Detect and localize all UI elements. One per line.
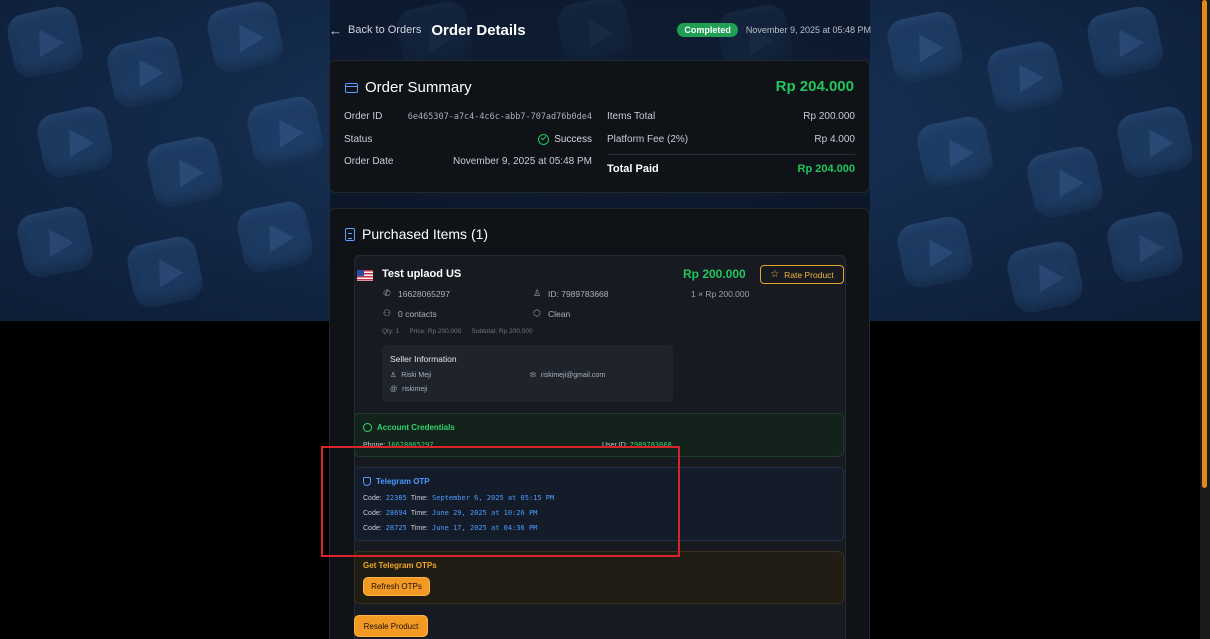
status-label: Status: [344, 134, 373, 145]
order-header: ← Back to Orders Order Details Completed…: [329, 18, 871, 42]
items-total-value: Rp 200.000: [803, 111, 855, 122]
product-name: Test uplaod US: [382, 268, 462, 280]
seller-email-value: riskimeji@gmail.com: [540, 371, 606, 379]
get-telegram-otps-box: Get Telegram OTPs Refresh OTPs: [354, 551, 844, 604]
qty-price-line: 1 × Rp 200.000: [691, 289, 750, 299]
back-label: Back to Orders: [348, 24, 422, 36]
otp-code-label: Code:: [363, 494, 382, 502]
product-contacts: ⚇ 0 contacts: [382, 308, 437, 319]
otp-time-label: Time:: [410, 494, 429, 502]
product-id-value: ID: 7989783668: [548, 288, 609, 299]
seller-username: @ riskimeji: [390, 386, 427, 393]
check-circle-icon: [538, 134, 550, 145]
items-total-row: Items Total Rp 200.000: [607, 111, 855, 122]
otp-entry: Code: 28725 Time: June 17, 2025 at 04:36…: [363, 524, 537, 532]
refresh-otps-button[interactable]: Refresh OTPs: [363, 577, 430, 596]
product-phone-value: 16628065297: [398, 288, 451, 299]
resale-product-button[interactable]: Resale Product: [354, 615, 428, 637]
platform-fee-row: Platform Fee (2%) Rp 4.000: [607, 134, 855, 145]
us-flag-icon: [357, 270, 373, 281]
page-title: Order Details: [431, 21, 526, 39]
order-date-header: November 9, 2025 at 05:48 PM: [745, 25, 871, 35]
platform-fee-value: Rp 4.000: [814, 134, 855, 145]
cred-user-id-value: 7989783668: [629, 441, 672, 449]
order-date-row: Order Date November 9, 2025 at 05:48 PM: [344, 156, 592, 167]
cred-user-id-label: User ID:: [602, 442, 628, 449]
seller-info-title: Seller Information: [390, 354, 457, 364]
otp-code: 22385: [385, 494, 407, 502]
document-icon: [345, 227, 355, 241]
order-summary-title: Order Summary: [365, 79, 472, 96]
scrollbar-thumb[interactable]: [1202, 0, 1207, 488]
cred-phone-value: 16628065297: [387, 441, 434, 449]
otp-entry: Code: 22385 Time: September 6, 2025 at 0…: [363, 494, 554, 502]
order-date-value: November 9, 2025 at 05:48 PM: [453, 156, 592, 167]
seller-name: ♙ Riski Meji: [390, 371, 432, 380]
cred-phone-label: Phone:: [363, 442, 386, 449]
seller-username-value: riskimeji: [402, 386, 428, 393]
product-phone: ✆ 16628065297: [382, 288, 450, 299]
product-price: Rp 200.000: [683, 267, 746, 281]
total-paid-label: Total Paid: [607, 163, 659, 175]
otp-title: Telegram OTP: [376, 477, 430, 486]
product-id: ♙ ID: 7989783668: [532, 288, 609, 299]
otp-code-label: Code:: [363, 509, 382, 517]
credentials-phone: Phone: 16628065297: [363, 441, 434, 449]
qty-price-subtotal: Qty: 1 Price: Rp 200.000 Subtotal: Rp 20…: [382, 328, 532, 335]
credentials-user-id: User ID: 7989783668: [602, 441, 672, 449]
otp-time: June 29, 2025 at 10:26 PM: [432, 509, 538, 517]
otp-code: 28725: [385, 524, 407, 532]
rate-product-button[interactable]: ☆ Rate Product: [760, 265, 844, 284]
arrow-left-icon: ←: [329, 22, 342, 38]
summary-total: Rp 204.000: [775, 78, 854, 95]
order-date-label: Order Date: [344, 156, 394, 167]
seller-info-box: Seller Information ♙ Riski Meji ✉ riskim…: [382, 345, 673, 402]
order-id-label: Order ID: [344, 111, 383, 122]
user-icon: ♙: [390, 372, 397, 379]
credit-card-icon: [345, 82, 358, 93]
shield-icon: ⬡: [533, 308, 541, 318]
total-paid-value: Rp 204.000: [797, 163, 855, 175]
unit-price-text: Price: Rp 200.000: [409, 328, 462, 335]
seller-email: ✉ riskimeji@gmail.com: [530, 371, 606, 380]
credentials-title: Account Credentials: [377, 423, 455, 432]
mail-icon: ✉: [530, 372, 536, 379]
qty-text: Qty: 1: [382, 328, 400, 335]
check-circle-icon: [363, 423, 372, 432]
user-icon: ♙: [532, 288, 542, 298]
at-icon: @: [390, 386, 398, 393]
product-clean-value: Clean: [548, 308, 571, 319]
subtotal-text: Subtotal: Rp 200.000: [471, 328, 533, 335]
account-credentials-box: Account Credentials Phone: 16628065297 U…: [354, 413, 844, 457]
product-contacts-value: 0 contacts: [398, 308, 437, 319]
status-badge: Completed: [677, 23, 738, 37]
otp-time: September 6, 2025 at 05:15 PM: [432, 494, 555, 502]
seller-name-value: Riski Meji: [401, 371, 432, 379]
otp-time-label: Time:: [410, 524, 429, 532]
back-to-orders-link[interactable]: ← Back to Orders: [329, 23, 421, 38]
otp-time: June 17, 2025 at 04:36 PM: [432, 524, 538, 532]
get-otps-title: Get Telegram OTPs: [363, 561, 437, 570]
otp-code: 28694: [385, 509, 407, 517]
total-paid-row: Total Paid Rp 204.000: [607, 163, 855, 175]
phone-icon: ✆: [383, 288, 391, 298]
page-scrollbar[interactable]: [1200, 0, 1210, 639]
product-clean: ⬡ Clean: [532, 308, 570, 319]
shield-icon: [363, 477, 371, 486]
order-id-row: Order ID 6e465307-a7c4-4c6c-abb7-707ad76…: [344, 111, 592, 122]
status-row: Status Success: [344, 134, 592, 145]
star-icon: ☆: [770, 269, 780, 280]
summary-divider: [607, 154, 855, 155]
users-icon: ⚇: [382, 308, 392, 318]
status-value: Success: [554, 134, 592, 145]
rate-product-label: Rate Product: [784, 269, 834, 280]
otp-entry: Code: 28694 Time: June 29, 2025 at 10:26…: [363, 509, 537, 517]
telegram-otp-box: Telegram OTP Code: 22385 Time: September…: [354, 467, 844, 541]
otp-code-label: Code:: [363, 524, 382, 532]
otp-time-label: Time:: [410, 509, 429, 517]
items-total-label: Items Total: [607, 111, 656, 122]
platform-fee-label: Platform Fee (2%): [607, 134, 689, 145]
order-id-value: 6e465307-a7c4-4c6c-abb7-707ad76b0de4: [407, 111, 592, 122]
purchased-items-title: Purchased Items (1): [362, 226, 489, 242]
